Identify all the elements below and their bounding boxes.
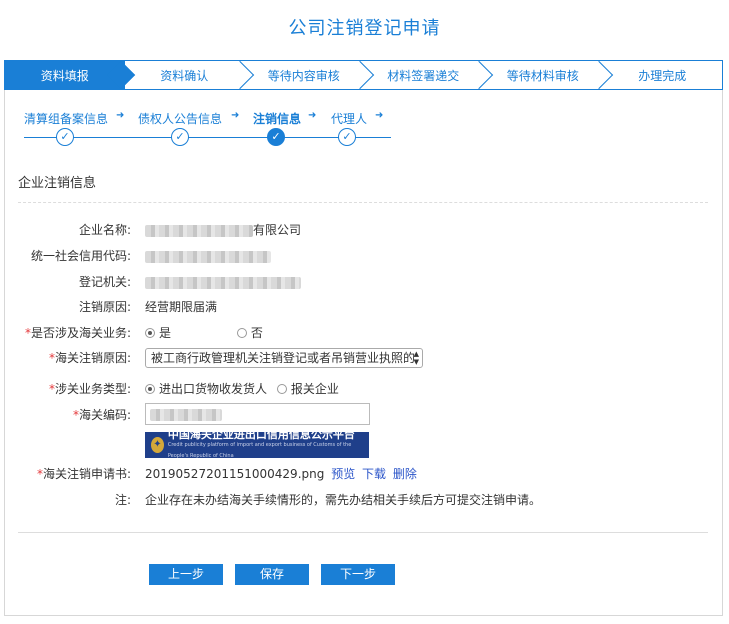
progress-step-bar: 资料填报 资料确认 等待内容审核 材料签署递交 等待材料审核 办理完成 [4,60,723,90]
row-credit-code: 统一社会信用代码: [0,246,729,266]
delete-link[interactable]: 删除 [393,467,417,481]
customs-credit-platform-banner[interactable]: ✦ 中国海关企业进出口信用信息公示平台 Credit publicity pla… [145,429,369,459]
redacted-text [145,250,271,263]
business-type-label: *涉关业务类型: [48,382,131,396]
check-icon: ✓ [56,128,74,146]
preview-link[interactable]: 预览 [331,467,355,481]
arrow-right-icon: ➜ [375,110,384,121]
step-content-review: 等待内容审核 [244,61,374,89]
customs-emblem-icon: ✦ [151,437,164,453]
radio-yes[interactable]: 是 [145,326,171,340]
radio-unselected-icon[interactable] [236,328,247,338]
step-fill-info: 资料填报 [5,61,135,89]
section-divider [18,202,708,203]
authority-value [145,272,301,292]
row-note: 注: 企业存在未办结海关手续情形的，需先办结相关手续后方可提交注销申请。 [0,490,729,510]
application-file: 20190527201151000429.png 预览 下载 删除 [145,464,417,484]
business-type-radios: 进出口货物收发货人 报关企业 [145,379,339,399]
customs-reason-label: *海关注销原因: [48,351,131,365]
check-icon: ✓ [338,128,356,146]
radio-unselected-icon[interactable] [276,384,287,394]
credit-code-label: 统一社会信用代码: [30,249,131,263]
row-application: *海关注销申请书: 20190527201151000429.png 预览 下载… [0,464,729,484]
authority-label: 登记机关: [78,275,131,289]
row-customs-code: *海关编码: [0,403,729,425]
select-arrows-icon: ▲ ▼ [413,350,419,366]
substep-deregistration[interactable]: 注销信息 [253,110,301,127]
radio-no[interactable]: 否 [236,326,263,340]
company-name-value: 有限公司 [145,220,301,240]
step-complete: 办理完成 [638,68,687,83]
application-label: *海关注销申请书: [36,467,131,481]
redacted-text [145,276,301,289]
footer-divider [18,532,708,533]
redacted-text [145,224,253,237]
radio-selected-icon[interactable] [145,384,155,394]
row-business-type: *涉关业务类型: 进出口货物收发货人 报关企业 [0,379,729,399]
reason-label: 注销原因: [78,300,131,314]
reason-value: 经营期限届满 [145,300,218,314]
row-customs-involved: *是否涉及海关业务: 是 否 [0,323,729,343]
customs-involved-label: *是否涉及海关业务: [24,326,131,340]
arrow-right-icon: ➜ [308,110,317,121]
customs-reason-select[interactable]: 被工商行政管理机关注销登记或者吊销营业执照的 ▲ ▼ [145,348,423,368]
next-button[interactable]: 下一步 [321,564,395,585]
customs-involved-radios: 是 否 [145,323,263,343]
check-icon: ✓ [267,128,285,146]
step-sign-submit: 材料签署递交 [364,61,494,89]
customs-code-input[interactable] [145,403,370,425]
file-name: 20190527201151000429.png [145,467,325,481]
customs-code-label: *海关编码: [72,408,131,422]
page-title: 公司注销登记申请 [288,18,441,39]
step-material-review: 等待材料审核 [483,61,613,89]
row-authority: 登记机关: [0,272,729,292]
note-label: 注: [114,493,131,507]
company-name-label: 企业名称: [78,223,131,237]
substep-liquidation[interactable]: 清算组备案信息 [24,110,108,127]
download-link[interactable]: 下载 [362,467,386,481]
redacted-text [150,408,222,421]
row-company-name: 企业名称: 有限公司 [0,220,729,240]
save-button[interactable]: 保存 [235,564,309,585]
step-confirm: 资料确认 [125,61,255,89]
section-title: 企业注销信息 [18,176,97,191]
row-reason: 注销原因: 经营期限届满 [0,297,729,317]
note-text: 企业存在未办结海关手续情形的，需先办结相关手续后方可提交注销申请。 [145,493,542,507]
arrow-right-icon: ➜ [231,110,240,121]
arrow-right-icon: ➜ [116,110,125,121]
radio-consignee[interactable]: 进出口货物收发货人 [145,382,267,396]
row-customs-reason: *海关注销原因: 被工商行政管理机关注销登记或者吊销营业执照的 ▲ ▼ [0,348,729,368]
radio-customs-broker[interactable]: 报关企业 [276,382,339,396]
substep-creditor-notice[interactable]: 债权人公告信息 [138,110,222,127]
sub-step-line [24,137,391,138]
prev-button[interactable]: 上一步 [149,564,223,585]
substep-agent[interactable]: 代理人 [331,110,367,127]
credit-code-value [145,246,271,266]
radio-selected-icon[interactable] [145,328,155,338]
check-icon: ✓ [171,128,189,146]
